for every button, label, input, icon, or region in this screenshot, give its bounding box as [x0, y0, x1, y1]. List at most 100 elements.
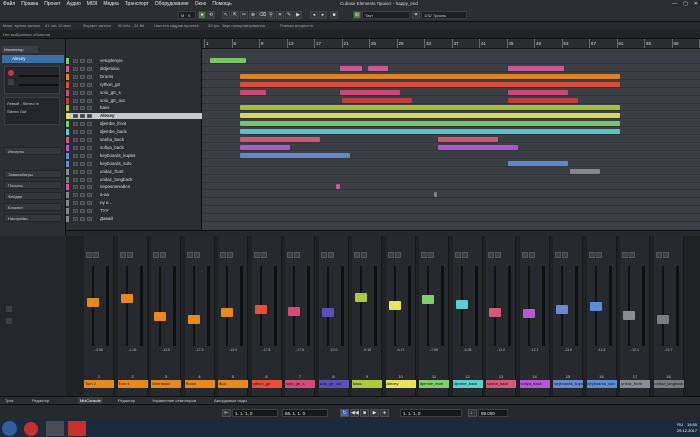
track-lane[interactable]: [202, 160, 700, 167]
channel-mute-solo[interactable]: [153, 252, 167, 258]
track-lane[interactable]: [202, 177, 700, 183]
audio-event[interactable]: [342, 97, 412, 103]
section-sends[interactable]: Посылы: [4, 181, 62, 189]
menu-file[interactable]: Файл: [3, 1, 15, 7]
channel-mute-solo[interactable]: [253, 252, 268, 258]
maximize-button[interactable]: ▢: [683, 1, 688, 7]
track-mute-solo-buttons[interactable]: [73, 90, 93, 95]
tab-inspector[interactable]: Инспектор: [2, 46, 38, 53]
section-notepad[interactable]: Блокнот: [4, 203, 62, 211]
record-mode-button[interactable]: ●: [198, 11, 206, 19]
channel-mute-solo[interactable]: [186, 252, 201, 258]
track-mute-solo-buttons[interactable]: [73, 114, 93, 119]
fader-value[interactable]: -13.5: [553, 348, 583, 352]
track-name[interactable]: solo_gtr_s: [100, 90, 121, 96]
mute-button[interactable]: [73, 122, 78, 127]
audio-event[interactable]: [368, 65, 388, 71]
track-mute-solo-buttons[interactable]: [73, 122, 93, 127]
mute-button[interactable]: [73, 145, 78, 150]
read-button[interactable]: [87, 145, 92, 150]
channel-name[interactable]: Alexey: [385, 380, 416, 388]
read-button[interactable]: [87, 82, 92, 87]
mute-button[interactable]: [73, 177, 78, 182]
track-lane[interactable]: [202, 81, 700, 88]
audio-event[interactable]: [240, 105, 620, 111]
audio-event[interactable]: [240, 89, 266, 95]
channel-name[interactable]: sasha_back: [486, 380, 516, 388]
close-button[interactable]: ✕: [694, 1, 698, 7]
track-lane[interactable]: [202, 216, 700, 222]
quantize-preset-select[interactable]: 1/32 Триоль: [421, 11, 467, 19]
channel-name[interactable]: Tom 2: [84, 380, 114, 388]
track-row[interactable]: keyboards_kuplet: [66, 152, 202, 159]
audio-event[interactable]: [240, 73, 620, 79]
read-button[interactable]: [87, 98, 92, 103]
left-locator-icon[interactable]: ⇤: [222, 409, 231, 417]
read-button[interactable]: [87, 59, 92, 63]
track-mute-solo-buttons[interactable]: [73, 106, 93, 111]
solo-button[interactable]: [80, 106, 85, 111]
mixer-zone-icon[interactable]: [6, 306, 12, 312]
volume-fader[interactable]: [288, 306, 300, 316]
solo-button[interactable]: [629, 252, 635, 258]
play-button[interactable]: ▶: [370, 409, 379, 417]
solo-button[interactable]: [80, 98, 85, 103]
channel-name[interactable]: Tom 4: [117, 380, 148, 388]
track-lane[interactable]: [202, 184, 700, 191]
mute-button[interactable]: [220, 252, 226, 258]
volume-fader[interactable]: [154, 311, 166, 321]
channel-mute-solo[interactable]: [622, 252, 636, 258]
track-lane[interactable]: [202, 73, 700, 80]
fader-value[interactable]: -17.3: [185, 348, 215, 352]
timeline-ruler[interactable]: 15913172125293337414549535761656973: [202, 39, 700, 49]
channel-mute-solo[interactable]: [521, 252, 536, 258]
volume-slider[interactable]: [19, 75, 59, 77]
read-button[interactable]: [87, 66, 92, 71]
track-lane[interactable]: [202, 168, 700, 175]
volume-fader[interactable]: [556, 304, 568, 314]
mute-button[interactable]: [655, 252, 662, 258]
record-enable-icon[interactable]: [8, 70, 14, 76]
track-row[interactable]: sofiya_back: [66, 144, 202, 151]
channel-mute-solo[interactable]: [287, 252, 301, 258]
solo-button[interactable]: [80, 161, 85, 166]
track-row[interactable]: переключайся: [66, 184, 202, 191]
audio-event[interactable]: [240, 144, 290, 150]
audio-event[interactable]: [508, 65, 564, 71]
rewind-button[interactable]: ◀◀: [350, 409, 359, 417]
track-row[interactable]: ну и...: [66, 200, 202, 207]
track-name[interactable]: sasha_back: [100, 137, 124, 143]
channel-mute-solo[interactable]: [86, 252, 100, 258]
read-button[interactable]: [87, 114, 92, 119]
track-mute-solo-buttons[interactable]: [73, 217, 93, 221]
track-mute-solo-buttons[interactable]: [73, 169, 93, 174]
pan-slider[interactable]: [19, 84, 59, 86]
track-mute-solo-buttons[interactable]: [73, 185, 93, 190]
solo-button[interactable]: [80, 153, 85, 158]
track-row[interactable]: vetuplenyie: [66, 58, 202, 64]
volume-fader[interactable]: [489, 308, 501, 317]
mute-button[interactable]: [387, 252, 394, 258]
position-display[interactable]: 1. 1. 1. 0: [400, 409, 462, 417]
solo-button[interactable]: [562, 252, 568, 258]
track-row[interactable]: rython_gtr: [66, 81, 202, 88]
solo-button[interactable]: [80, 209, 85, 214]
mute-button[interactable]: [86, 252, 92, 258]
channel-name[interactable]: Bus: [218, 380, 248, 388]
mixer-link-icon[interactable]: [6, 318, 12, 324]
track-name[interactable]: djembe_front: [100, 121, 126, 127]
track-name[interactable]: ТУУ: [100, 208, 108, 214]
channel-name[interactable]: solo_gtr_s: [285, 380, 315, 388]
mute-button[interactable]: [287, 252, 293, 258]
channel-mute-solo[interactable]: [555, 252, 569, 258]
solo-button[interactable]: [80, 185, 85, 190]
solo-button[interactable]: [260, 252, 267, 258]
solo-button[interactable]: [294, 252, 300, 258]
track-row[interactable]: unitaz_front: [66, 168, 202, 175]
mute-button[interactable]: [454, 252, 461, 258]
volume-fader[interactable]: [422, 295, 434, 305]
track-lane[interactable]: [202, 105, 700, 112]
solo-button[interactable]: [495, 252, 501, 258]
volume-fader[interactable]: [455, 299, 468, 309]
solo-button[interactable]: [528, 252, 535, 258]
